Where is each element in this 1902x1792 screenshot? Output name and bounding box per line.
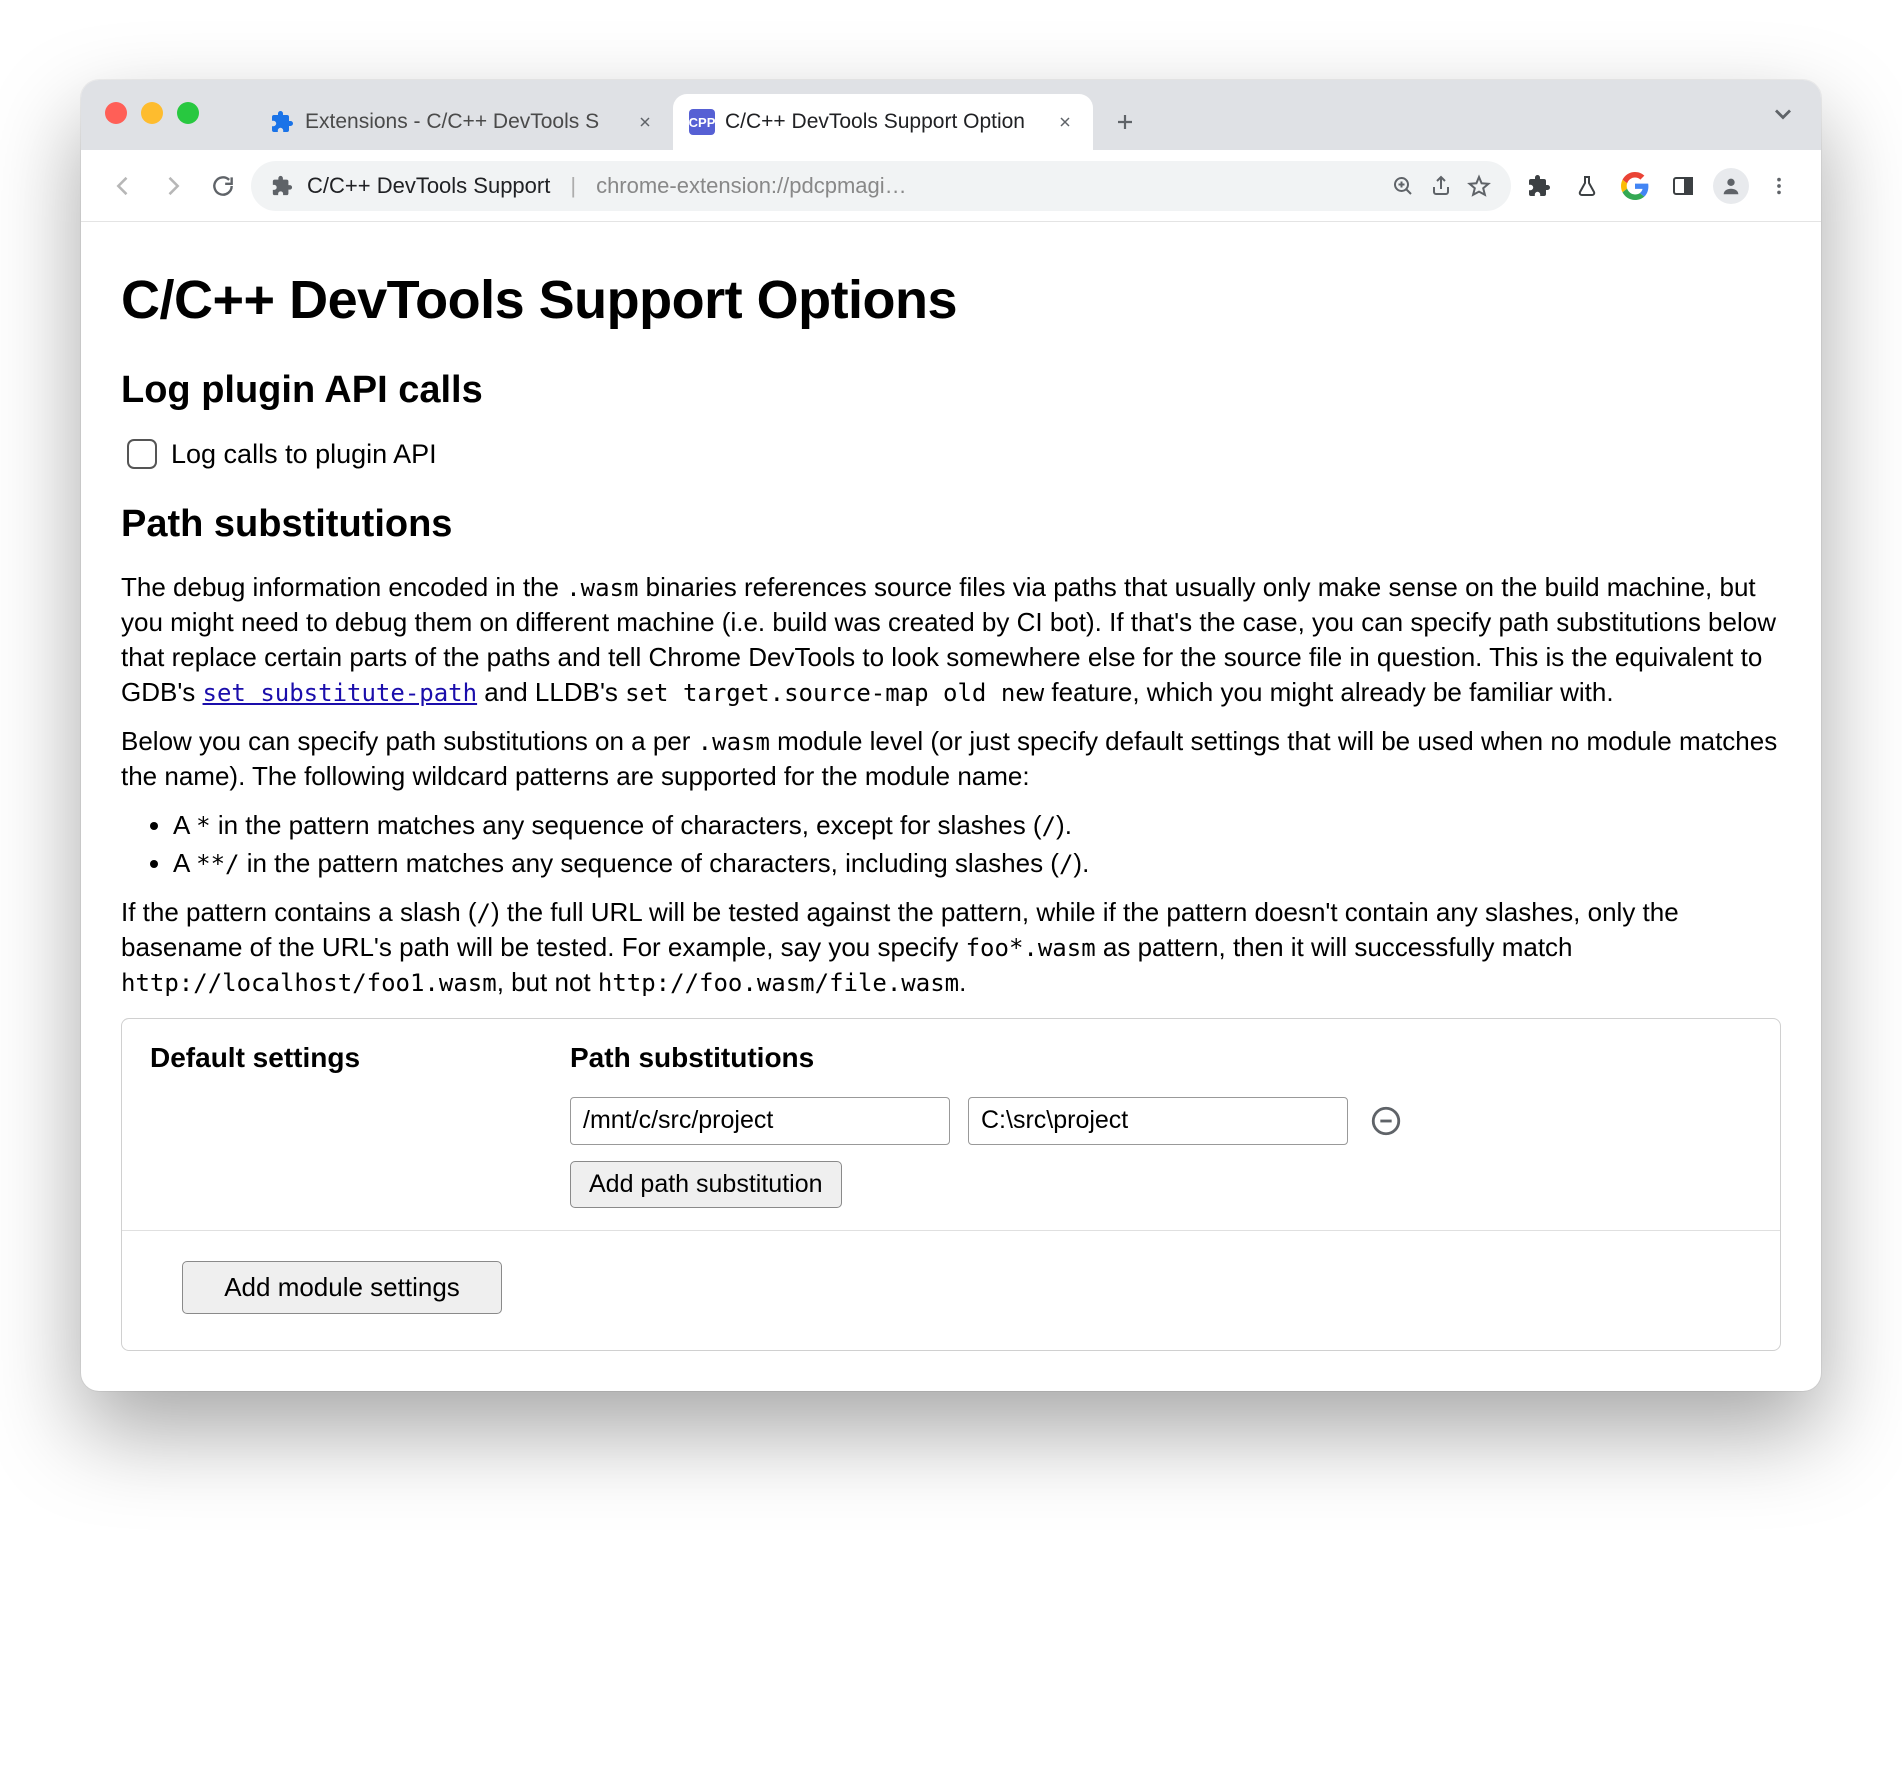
code: http://foo.wasm/file.wasm <box>598 969 959 997</box>
code: * <box>196 812 210 840</box>
log-checkbox-row: Log calls to plugin API <box>127 436 1781 472</box>
code: .wasm <box>698 728 770 756</box>
page-title: C/C++ DevTools Support Options <box>121 264 1781 337</box>
log-checkbox-label: Log calls to plugin API <box>171 436 437 472</box>
menu-button[interactable] <box>1757 164 1801 208</box>
side-panel-button[interactable] <box>1661 164 1705 208</box>
list-item: A **/ in the pattern matches any sequenc… <box>173 846 1781 881</box>
settings-panel: Default settings Path substitutions Add … <box>121 1018 1781 1351</box>
browser-toolbar: C/C++ DevTools Support | chrome-extensio… <box>81 150 1821 222</box>
text: The debug information encoded in the <box>121 572 566 602</box>
add-module-button[interactable]: Add module settings <box>182 1261 502 1314</box>
zoom-icon[interactable] <box>1391 174 1415 198</box>
tab-overflow-button[interactable] <box>1769 100 1797 128</box>
share-icon[interactable] <box>1429 174 1453 198</box>
minimize-window-button[interactable] <box>141 102 163 124</box>
labs-button[interactable] <box>1565 164 1609 208</box>
profile-button[interactable] <box>1709 164 1753 208</box>
text: If the pattern contains a slash ( <box>121 897 477 927</box>
bookmark-icon[interactable] <box>1467 174 1491 198</box>
tab-options[interactable]: CPP C/C++ DevTools Support Option <box>673 94 1093 150</box>
path-paragraph-1: The debug information encoded in the .wa… <box>121 570 1781 710</box>
text: ). <box>1056 810 1072 840</box>
new-tab-button[interactable] <box>1101 98 1149 146</box>
path-substitution-row <box>570 1097 1752 1145</box>
omnibox-divider: | <box>564 173 582 199</box>
text: , but not <box>497 967 598 997</box>
list-item: A * in the pattern matches any sequence … <box>173 808 1781 843</box>
section-heading-path: Path substitutions <box>121 499 1781 550</box>
omnibox-url: chrome-extension://pdcpmagi… <box>596 173 1377 199</box>
tabs: Extensions - C/C++ DevTools S CPP C/C++ … <box>253 80 1149 150</box>
text: and LLDB's <box>477 677 625 707</box>
text: . <box>959 967 966 997</box>
code: set target.source-map old new <box>625 679 1044 707</box>
omnibox-ext-name: C/C++ DevTools Support <box>307 173 550 199</box>
extension-icon <box>271 175 293 197</box>
page-content: C/C++ DevTools Support Options Log plugi… <box>81 222 1821 1391</box>
wildcard-list: A * in the pattern matches any sequence … <box>121 808 1781 880</box>
path-sub-header: Path substitutions <box>570 1039 1752 1077</box>
gdb-link[interactable]: set substitute-path <box>203 679 478 707</box>
path-from-input[interactable] <box>570 1097 950 1145</box>
path-paragraph-3: If the pattern contains a slash (/) the … <box>121 895 1781 1000</box>
code: / <box>1042 812 1056 840</box>
toolbar-right <box>1517 164 1801 208</box>
code: **/ <box>196 850 239 878</box>
close-tab-icon[interactable] <box>635 112 655 132</box>
text: A <box>173 848 196 878</box>
close-tab-icon[interactable] <box>1055 112 1075 132</box>
close-window-button[interactable] <box>105 102 127 124</box>
text: ). <box>1073 848 1089 878</box>
text: as pattern, then it will successfully ma… <box>1096 932 1573 962</box>
code: / <box>477 899 491 927</box>
add-path-button[interactable]: Add path substitution <box>570 1161 842 1208</box>
reload-button[interactable] <box>201 164 245 208</box>
log-checkbox[interactable] <box>127 439 157 469</box>
maximize-window-button[interactable] <box>177 102 199 124</box>
path-substitution-column: Path substitutions Add path substitution <box>570 1039 1752 1208</box>
tab-strip: Extensions - C/C++ DevTools S CPP C/C++ … <box>81 80 1821 150</box>
address-bar[interactable]: C/C++ DevTools Support | chrome-extensio… <box>251 161 1511 211</box>
text: in the pattern matches any sequence of c… <box>211 810 1042 840</box>
code: foo*.wasm <box>966 934 1096 962</box>
google-services-button[interactable] <box>1613 164 1657 208</box>
code: http://localhost/foo1.wasm <box>121 969 497 997</box>
window-controls <box>105 102 199 124</box>
code: / <box>1059 850 1073 878</box>
settings-footer: Add module settings <box>122 1230 1780 1350</box>
cpp-icon: CPP <box>689 109 715 135</box>
settings-default-row: Default settings Path substitutions Add … <box>122 1019 1780 1230</box>
tab-title: Extensions - C/C++ DevTools S <box>305 110 625 134</box>
tab-title: C/C++ DevTools Support Option <box>725 110 1045 134</box>
path-paragraph-2: Below you can specify path substitutions… <box>121 724 1781 794</box>
path-to-input[interactable] <box>968 1097 1348 1145</box>
default-settings-label: Default settings <box>150 1039 570 1208</box>
browser-window: Extensions - C/C++ DevTools S CPP C/C++ … <box>81 80 1821 1391</box>
back-button[interactable] <box>101 164 145 208</box>
tab-extensions[interactable]: Extensions - C/C++ DevTools S <box>253 94 673 150</box>
extension-icon <box>269 109 295 135</box>
text: feature, which you might already be fami… <box>1044 677 1613 707</box>
section-heading-log: Log plugin API calls <box>121 365 1781 416</box>
forward-button[interactable] <box>151 164 195 208</box>
remove-path-button[interactable] <box>1366 1101 1406 1141</box>
code: .wasm <box>566 574 638 602</box>
text: in the pattern matches any sequence of c… <box>240 848 1059 878</box>
extensions-button[interactable] <box>1517 164 1561 208</box>
text: Below you can specify path substitutions… <box>121 726 698 756</box>
avatar <box>1713 168 1749 204</box>
text: A <box>173 810 196 840</box>
